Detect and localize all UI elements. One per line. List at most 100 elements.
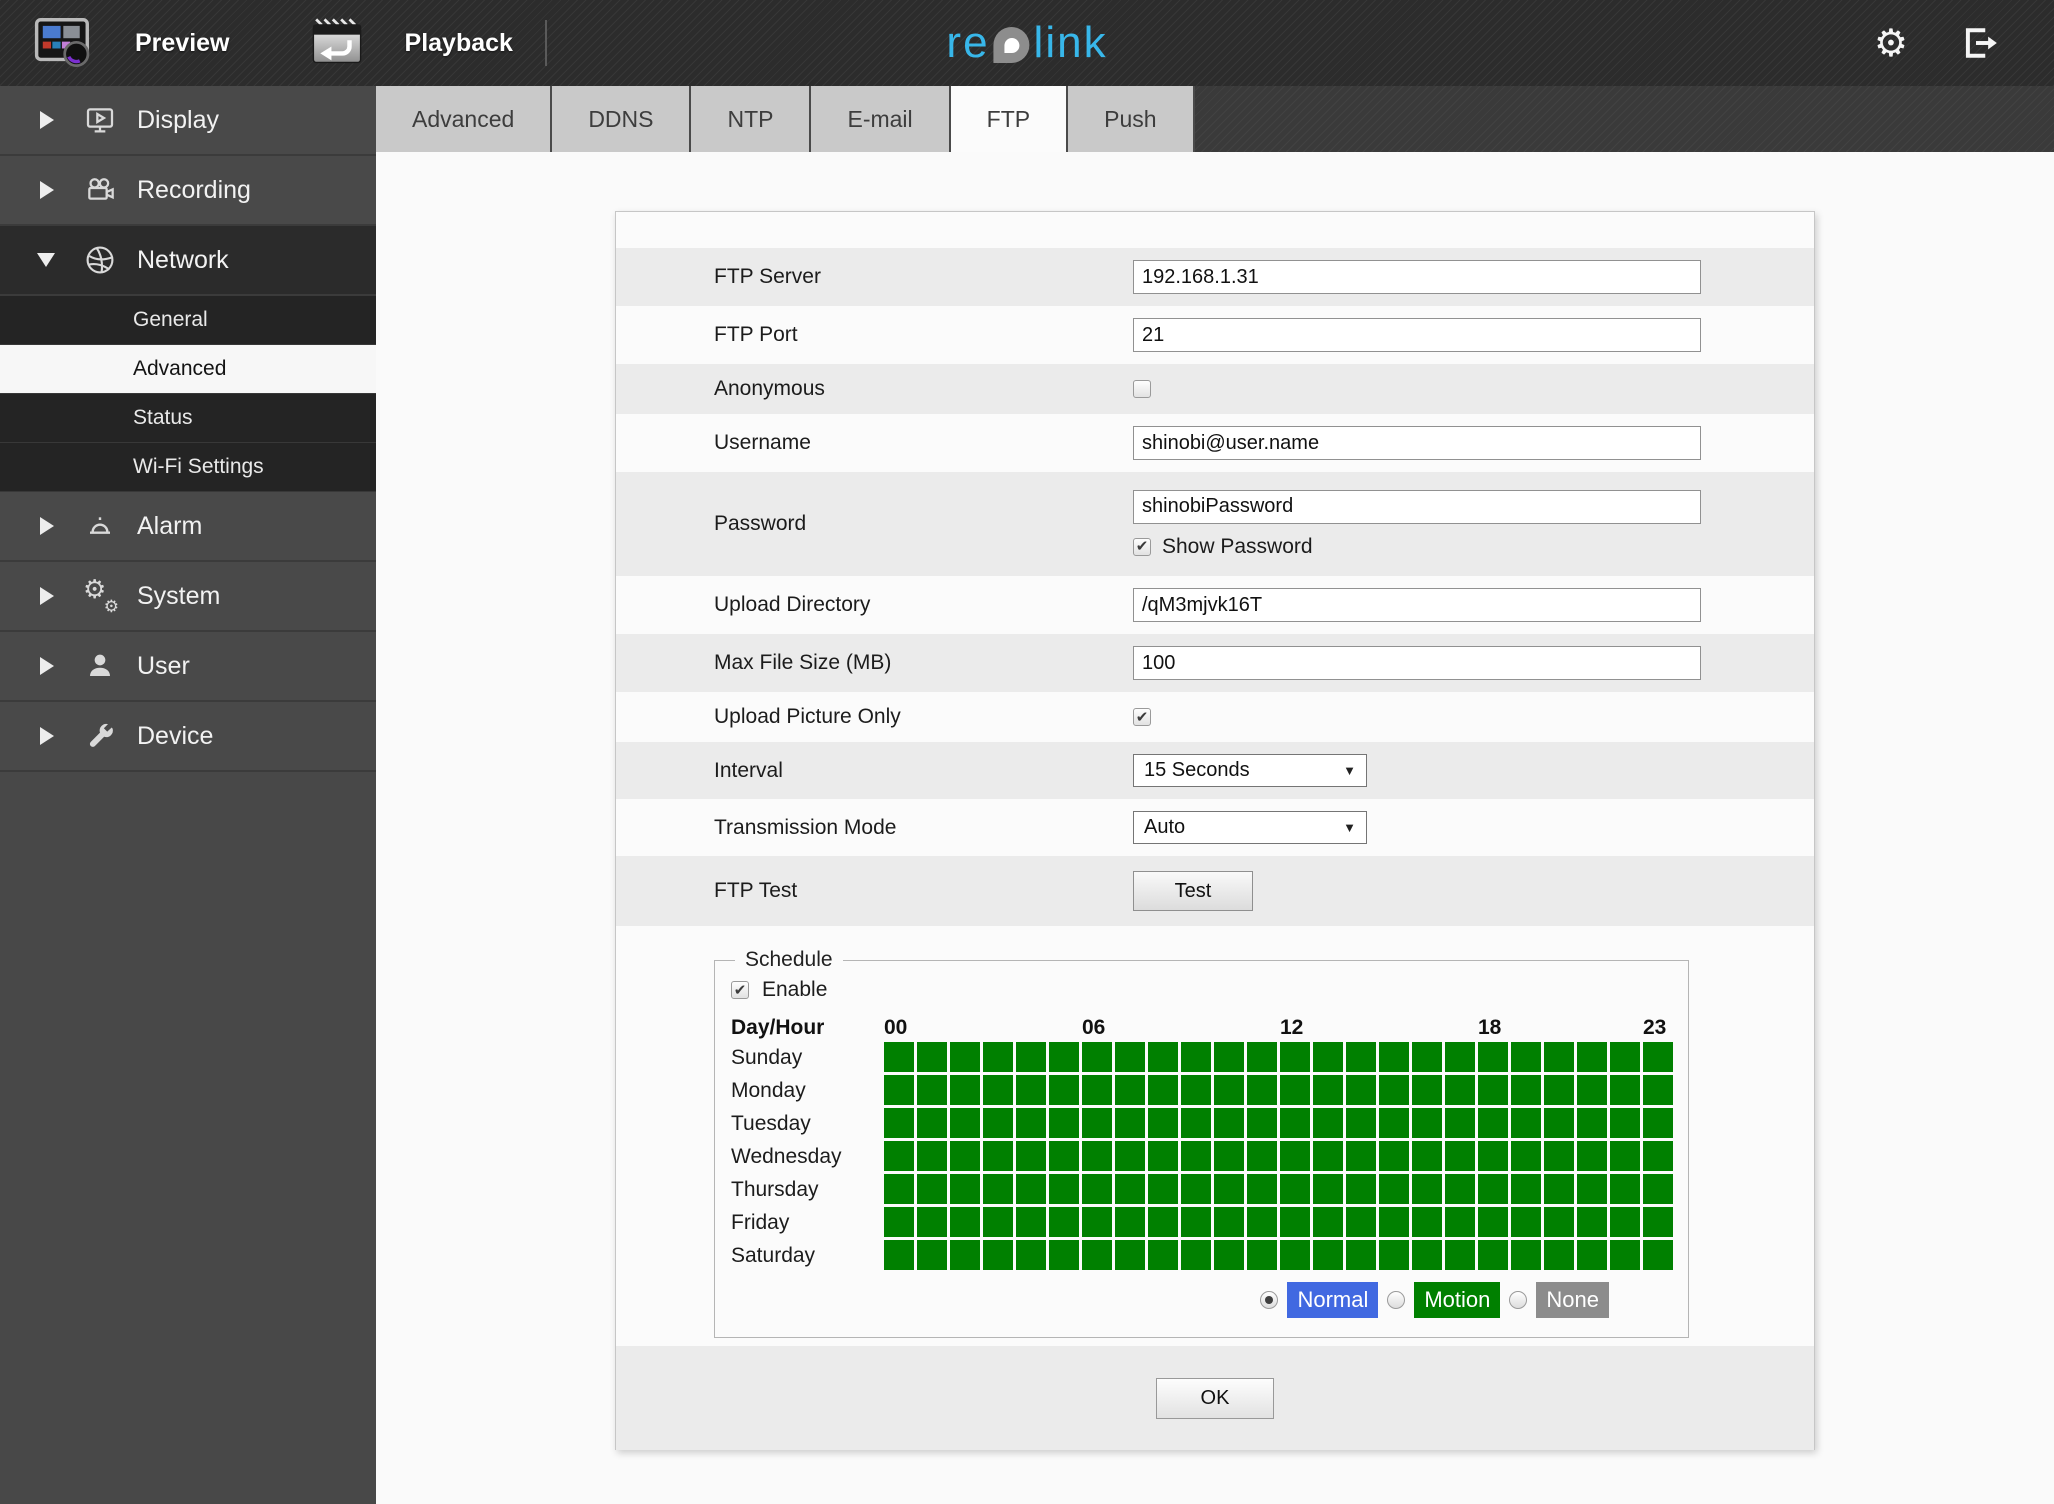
schedule-cell[interactable]	[1511, 1174, 1541, 1204]
schedule-cell[interactable]	[917, 1174, 947, 1204]
schedule-cell[interactable]	[1577, 1141, 1607, 1171]
schedule-cell[interactable]	[1049, 1207, 1079, 1237]
schedule-cell[interactable]	[1214, 1207, 1244, 1237]
schedule-cell[interactable]	[1049, 1240, 1079, 1270]
sidebar-subitem-wi-fi-settings[interactable]: Wi-Fi Settings	[0, 443, 376, 492]
schedule-cell[interactable]	[1148, 1108, 1178, 1138]
schedule-cell[interactable]	[1643, 1108, 1673, 1138]
schedule-cell[interactable]	[1115, 1042, 1145, 1072]
nav-preview[interactable]: Preview	[33, 17, 230, 69]
schedule-cell[interactable]	[1643, 1141, 1673, 1171]
schedule-cell[interactable]	[1445, 1240, 1475, 1270]
schedule-cell[interactable]	[1412, 1141, 1442, 1171]
schedule-cell[interactable]	[1016, 1240, 1046, 1270]
sidebar-subitem-advanced[interactable]: Advanced	[0, 345, 376, 394]
schedule-cell[interactable]	[1247, 1108, 1277, 1138]
schedule-cell[interactable]	[1478, 1108, 1508, 1138]
interval-select[interactable]: 15 Seconds ▼	[1133, 754, 1367, 787]
upload-directory-input[interactable]	[1133, 588, 1701, 622]
schedule-cell[interactable]	[884, 1141, 914, 1171]
schedule-cell[interactable]	[1610, 1141, 1640, 1171]
schedule-cell[interactable]	[1115, 1174, 1145, 1204]
schedule-cell[interactable]	[1247, 1075, 1277, 1105]
mode-motion[interactable]: Motion	[1387, 1282, 1501, 1318]
schedule-cell[interactable]	[1082, 1207, 1112, 1237]
schedule-cell[interactable]	[1115, 1141, 1145, 1171]
schedule-cell[interactable]	[1148, 1141, 1178, 1171]
test-button[interactable]: Test	[1133, 871, 1253, 911]
sidebar-subitem-status[interactable]: Status	[0, 394, 376, 443]
nav-playback[interactable]: Playback	[309, 18, 513, 68]
schedule-cell[interactable]	[884, 1240, 914, 1270]
schedule-cell[interactable]	[1181, 1075, 1211, 1105]
schedule-cell[interactable]	[1082, 1174, 1112, 1204]
schedule-cell[interactable]	[1478, 1207, 1508, 1237]
schedule-cell[interactable]	[1577, 1174, 1607, 1204]
schedule-cell[interactable]	[950, 1141, 980, 1171]
schedule-cell[interactable]	[1577, 1075, 1607, 1105]
schedule-cell[interactable]	[1346, 1207, 1376, 1237]
schedule-cell[interactable]	[1643, 1207, 1673, 1237]
schedule-cell[interactable]	[1181, 1141, 1211, 1171]
schedule-cell[interactable]	[1016, 1141, 1046, 1171]
schedule-cell[interactable]	[950, 1075, 980, 1105]
schedule-cell[interactable]	[1379, 1108, 1409, 1138]
schedule-cell[interactable]	[1247, 1174, 1277, 1204]
tab-ntp[interactable]: NTP	[691, 86, 812, 152]
sidebar-item-user[interactable]: User	[0, 632, 376, 702]
schedule-cell[interactable]	[1181, 1108, 1211, 1138]
schedule-cell[interactable]	[1511, 1108, 1541, 1138]
schedule-cell[interactable]	[1412, 1207, 1442, 1237]
schedule-cell[interactable]	[1445, 1108, 1475, 1138]
schedule-cell[interactable]	[1445, 1042, 1475, 1072]
schedule-cell[interactable]	[1346, 1108, 1376, 1138]
schedule-cell[interactable]	[983, 1042, 1013, 1072]
schedule-cell[interactable]	[1478, 1042, 1508, 1072]
schedule-cell[interactable]	[1280, 1240, 1310, 1270]
schedule-cell[interactable]	[1082, 1141, 1112, 1171]
schedule-cell[interactable]	[983, 1141, 1013, 1171]
schedule-cell[interactable]	[1016, 1174, 1046, 1204]
sidebar-item-alarm[interactable]: Alarm	[0, 492, 376, 562]
schedule-cell[interactable]	[950, 1108, 980, 1138]
schedule-cell[interactable]	[1280, 1108, 1310, 1138]
schedule-cell[interactable]	[1181, 1042, 1211, 1072]
schedule-cell[interactable]	[1247, 1240, 1277, 1270]
sidebar-item-display[interactable]: Display	[0, 86, 376, 156]
schedule-cell[interactable]	[884, 1042, 914, 1072]
schedule-cell[interactable]	[884, 1207, 914, 1237]
schedule-cell[interactable]	[1280, 1042, 1310, 1072]
schedule-cell[interactable]	[1115, 1240, 1145, 1270]
username-input[interactable]	[1133, 426, 1701, 460]
schedule-cell[interactable]	[1181, 1174, 1211, 1204]
schedule-cell[interactable]	[917, 1207, 947, 1237]
schedule-cell[interactable]	[1049, 1042, 1079, 1072]
mode-radio-motion[interactable]	[1387, 1291, 1406, 1309]
schedule-cell[interactable]	[1511, 1141, 1541, 1171]
schedule-cell[interactable]	[1412, 1075, 1442, 1105]
schedule-cell[interactable]	[1115, 1108, 1145, 1138]
schedule-cell[interactable]	[1214, 1240, 1244, 1270]
schedule-cell[interactable]	[1049, 1075, 1079, 1105]
tab-advanced[interactable]: Advanced	[376, 86, 553, 152]
schedule-cell[interactable]	[1511, 1207, 1541, 1237]
schedule-cell[interactable]	[1313, 1207, 1343, 1237]
schedule-cell[interactable]	[1214, 1141, 1244, 1171]
anonymous-checkbox[interactable]	[1133, 380, 1151, 398]
schedule-cell[interactable]	[917, 1075, 947, 1105]
schedule-cell[interactable]	[1412, 1240, 1442, 1270]
schedule-cell[interactable]	[1313, 1240, 1343, 1270]
schedule-cell[interactable]	[1082, 1075, 1112, 1105]
schedule-cell[interactable]	[1478, 1240, 1508, 1270]
sidebar-item-network[interactable]: Network	[0, 226, 376, 296]
schedule-cell[interactable]	[1280, 1141, 1310, 1171]
schedule-cell[interactable]	[983, 1075, 1013, 1105]
schedule-cell[interactable]	[1610, 1075, 1640, 1105]
mode-radio-normal[interactable]	[1260, 1291, 1279, 1309]
schedule-enable[interactable]: ✔ Enable	[731, 978, 1688, 1002]
schedule-cell[interactable]	[1610, 1207, 1640, 1237]
show-password-toggle[interactable]: ✔ Show Password	[1133, 535, 1313, 559]
schedule-cell[interactable]	[1082, 1042, 1112, 1072]
schedule-cell[interactable]	[950, 1174, 980, 1204]
schedule-cell[interactable]	[1181, 1207, 1211, 1237]
